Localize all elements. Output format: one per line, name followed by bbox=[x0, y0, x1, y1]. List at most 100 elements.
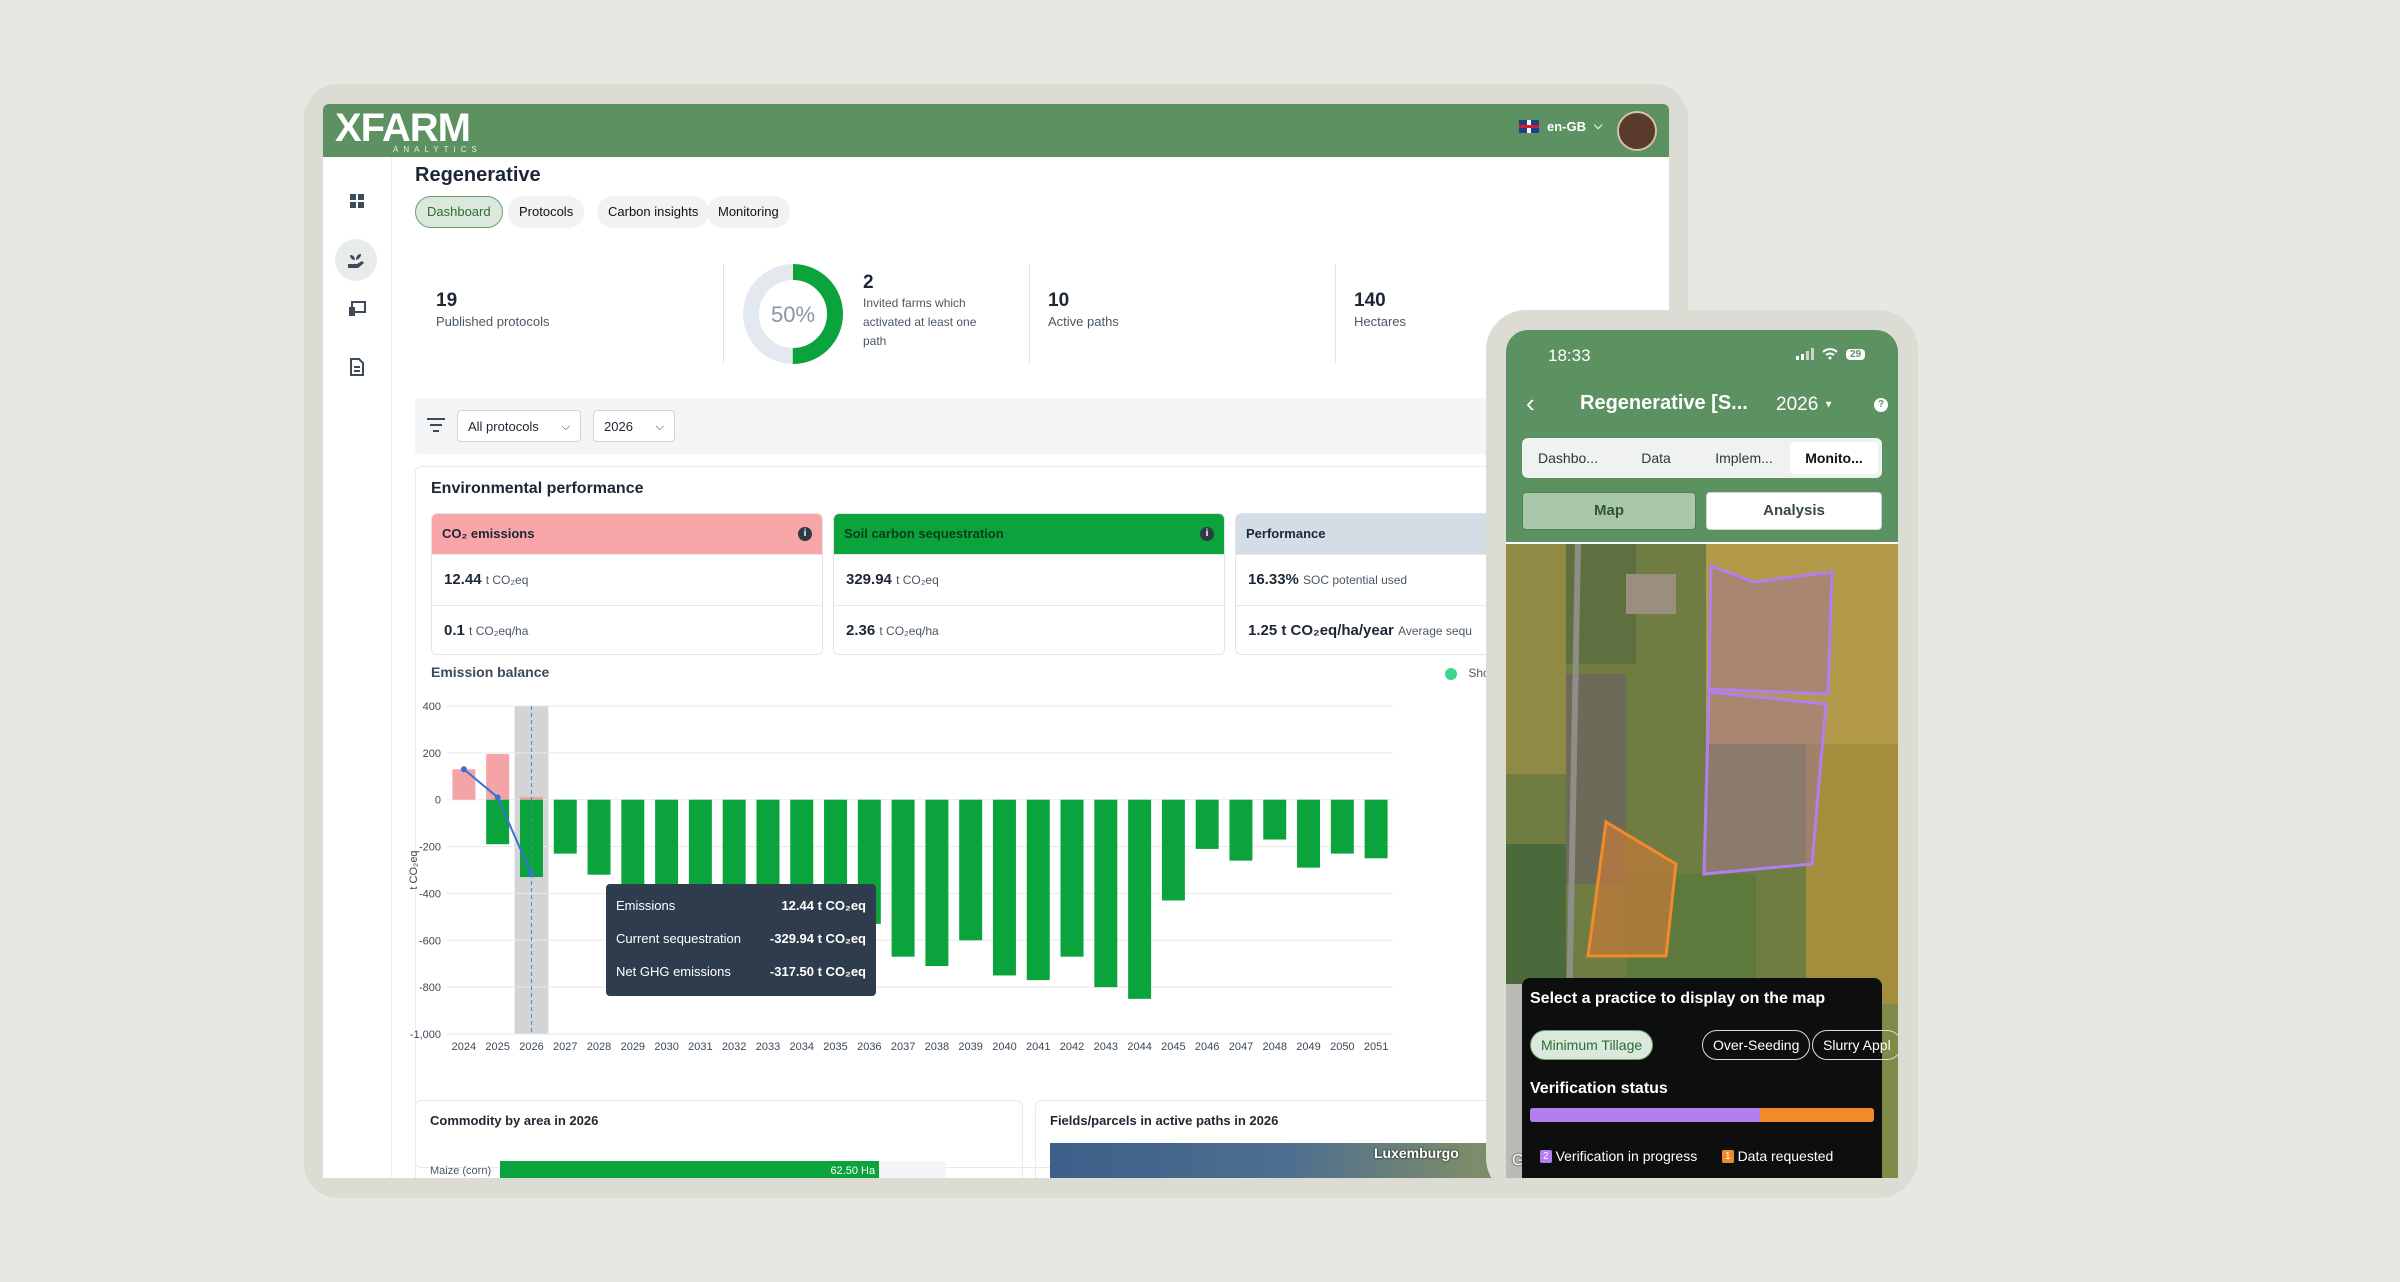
stat-value: 10 bbox=[1048, 290, 1070, 311]
x-tick-label: 2050 bbox=[1330, 1041, 1354, 1053]
bar-current-sequestration bbox=[587, 799, 611, 875]
chart-tooltip: Emissions 12.44 t CO₂eq Current sequestra… bbox=[606, 884, 876, 996]
commodity-bar[interactable]: 62.50 Ha bbox=[500, 1161, 880, 1178]
tooltip-row: Net GHG emissions -317.50 t CO₂eq bbox=[616, 964, 866, 984]
kpi-value: 12.44 bbox=[444, 571, 482, 588]
stat-label: Published protocols bbox=[436, 314, 550, 329]
kpi-unit: t CO₂eq/ha bbox=[469, 624, 529, 638]
tab-carbon-insights[interactable]: Carbon insights bbox=[597, 196, 710, 228]
kpi-value: 329.94 bbox=[846, 571, 892, 588]
x-tick-label: 2040 bbox=[992, 1041, 1016, 1053]
kpi-value: 0.1 bbox=[444, 622, 465, 639]
phone-tab-dashboard[interactable]: Dashbo... bbox=[1526, 442, 1610, 474]
chip-slurry-application[interactable]: Slurry Appl bbox=[1812, 1030, 1898, 1060]
year-select[interactable]: 2026 ⌵ bbox=[593, 410, 675, 442]
legend-label: Data requested bbox=[1737, 1148, 1834, 1164]
kpi-row: 329.94 t CO₂eq bbox=[834, 554, 1224, 605]
document-icon[interactable] bbox=[345, 355, 369, 379]
wifi-icon bbox=[1822, 348, 1838, 360]
practice-panel: Select a practice to display on the map … bbox=[1522, 978, 1898, 1178]
commodity-track: 62.50 Ha bbox=[500, 1161, 946, 1178]
bar-current-sequestration bbox=[1060, 799, 1084, 957]
tab-dashboard[interactable]: Dashboard bbox=[415, 196, 503, 228]
stat-label: Hectares bbox=[1354, 314, 1407, 329]
language-selector[interactable]: en-GB ⌵ bbox=[1519, 119, 1602, 134]
x-tick-label: 2043 bbox=[1094, 1041, 1118, 1053]
stat-label: Invited farms which activated at least o… bbox=[863, 296, 977, 348]
phone-tabbar: Dashbo... Data Implem... Monito... bbox=[1522, 438, 1882, 478]
phone-year-selector[interactable]: 2026 ▼ bbox=[1776, 394, 1833, 416]
phone-tab-data[interactable]: Data bbox=[1614, 442, 1698, 474]
verification-title: Verification status bbox=[1530, 1080, 1668, 1097]
commodity-label: Maize (corn) bbox=[430, 1165, 492, 1177]
kpi-unit: Average sequ bbox=[1398, 624, 1472, 638]
chevron-down-icon: ⌵ bbox=[1594, 120, 1603, 132]
chip-minimum-tillage[interactable]: Minimum Tillage bbox=[1530, 1030, 1654, 1060]
y-tick-label: -600 bbox=[419, 935, 441, 947]
status-time: 18:33 bbox=[1548, 346, 1591, 365]
chart-legend[interactable]: Sho bbox=[1445, 666, 1490, 680]
tab-monitoring[interactable]: Monitoring bbox=[707, 196, 790, 228]
x-tick-label: 2032 bbox=[722, 1041, 746, 1053]
x-tick-label: 2025 bbox=[485, 1041, 509, 1053]
commodity-card: Commodity by area in 2026 Maize (corn) 6… bbox=[415, 1100, 1023, 1178]
legend-dot bbox=[1445, 667, 1457, 680]
filter-icon[interactable] bbox=[427, 418, 445, 432]
x-tick-label: 2046 bbox=[1195, 1041, 1219, 1053]
legend-in-progress: 2 Verification in progress bbox=[1540, 1148, 1697, 1164]
x-tick-label: 2030 bbox=[654, 1041, 678, 1053]
chip-over-seeding[interactable]: Over-Seeding bbox=[1702, 1030, 1811, 1060]
legend-badge: 2 bbox=[1540, 1149, 1552, 1163]
x-tick-label: 2035 bbox=[823, 1041, 847, 1053]
stat-active-paths: 10 Active paths bbox=[1048, 290, 1119, 332]
kpi-unit: t CO₂eq bbox=[485, 573, 529, 587]
y-tick-label: 200 bbox=[423, 748, 441, 760]
x-tick-label: 2037 bbox=[891, 1041, 915, 1053]
app-logo[interactable]: XFARM bbox=[335, 108, 471, 148]
tab-protocols[interactable]: Protocols bbox=[508, 196, 585, 228]
x-tick-label: 2044 bbox=[1127, 1041, 1151, 1053]
section-title: Environmental performance bbox=[431, 480, 644, 497]
x-tick-label: 2049 bbox=[1296, 1041, 1320, 1053]
card-title: Commodity by area in 2026 bbox=[430, 1113, 599, 1128]
activation-donut: 50% bbox=[743, 264, 843, 364]
status-icons: 29 bbox=[1796, 348, 1866, 360]
stat-label: Active paths bbox=[1048, 314, 1119, 329]
analysis-toggle-button[interactable]: Analysis bbox=[1706, 492, 1882, 530]
bar-current-sequestration bbox=[1161, 799, 1185, 901]
x-tick-label: 2041 bbox=[1026, 1041, 1050, 1053]
bar-current-sequestration bbox=[1026, 799, 1050, 981]
verification-bar bbox=[1530, 1108, 1874, 1122]
dashboard-icon[interactable] bbox=[345, 189, 369, 213]
user-avatar[interactable] bbox=[1617, 111, 1657, 151]
tooltip-label: Net GHG emissions bbox=[616, 964, 731, 979]
map-toggle-button[interactable]: Map bbox=[1522, 492, 1696, 530]
kpi-unit: t CO₂eq bbox=[896, 573, 939, 587]
y-tick-label: 0 bbox=[435, 795, 441, 807]
x-tick-label: 2026 bbox=[519, 1041, 543, 1053]
y-tick-label: -1,000 bbox=[410, 1029, 441, 1041]
phone-tab-monitoring[interactable]: Monito... bbox=[1790, 442, 1878, 474]
filter-bar: All protocols ⌵ 2026 ⌵ bbox=[415, 398, 1669, 454]
map-place-label: Luxemburgo bbox=[1374, 1145, 1459, 1161]
divider bbox=[1335, 264, 1336, 364]
phone-screen: 18:33 29 ‹ Regenerative [S... 2026 ▼ ? D… bbox=[1506, 330, 1898, 1178]
hand-plant-icon[interactable] bbox=[335, 239, 377, 281]
x-tick-label: 2039 bbox=[958, 1041, 982, 1053]
commodity-value: 62.50 Ha bbox=[830, 1165, 876, 1177]
info-icon[interactable]: i bbox=[1200, 527, 1214, 541]
x-tick-label: 2031 bbox=[688, 1041, 712, 1053]
phone-tab-implementation[interactable]: Implem... bbox=[1702, 442, 1786, 474]
bar-current-sequestration bbox=[1330, 799, 1354, 854]
bar-current-sequestration bbox=[486, 799, 510, 845]
bar-current-sequestration bbox=[1195, 799, 1219, 849]
dev-icon[interactable] bbox=[345, 297, 369, 321]
net-emissions-point bbox=[460, 766, 467, 773]
x-tick-label: 2033 bbox=[756, 1041, 780, 1053]
legend-label: Verification in progress bbox=[1555, 1148, 1698, 1164]
info-icon[interactable]: i bbox=[798, 527, 812, 541]
protocol-select[interactable]: All protocols ⌵ bbox=[457, 410, 581, 442]
back-chevron-icon[interactable]: ‹ bbox=[1526, 388, 1535, 419]
help-icon[interactable]: ? bbox=[1874, 398, 1888, 412]
x-tick-label: 2045 bbox=[1161, 1041, 1185, 1053]
